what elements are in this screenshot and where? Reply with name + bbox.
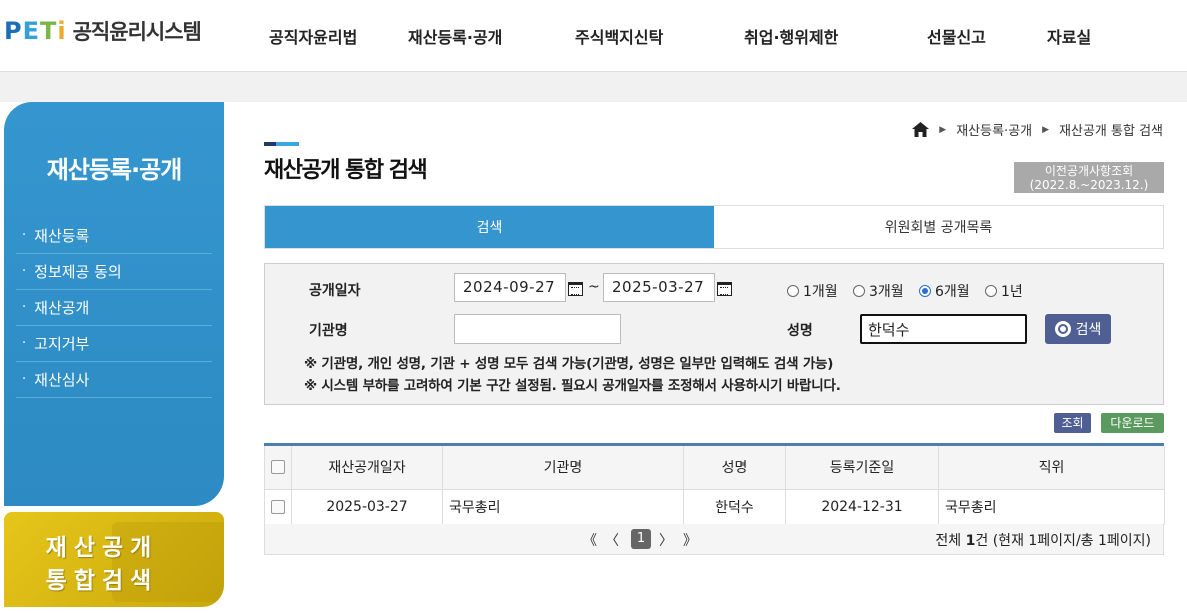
select-all-cell — [264, 446, 292, 490]
col-header-position[interactable]: 직위 — [938, 446, 1165, 490]
radio-icon — [853, 285, 865, 297]
breadcrumb-separator-icon: ▶ — [1042, 124, 1050, 135]
breadcrumb: ▶ 재산등록·공개 ▶ 재산공개 통합 검색 — [912, 120, 1163, 139]
date-range-tilde: ~ — [588, 279, 600, 295]
bullet-icon: · — [22, 372, 27, 387]
name-label: 성명 — [787, 323, 813, 339]
org-input[interactable] — [454, 314, 621, 344]
search-icon — [1054, 321, 1071, 337]
prev-button-line-2: (2022.8.~2023.12.) — [1029, 178, 1149, 192]
view-button[interactable]: 조회 — [1054, 413, 1091, 433]
col-header-date[interactable]: 재산공개일자 — [291, 446, 443, 490]
name-input[interactable]: 한덕수 — [860, 314, 1027, 344]
select-all-checkbox[interactable] — [271, 460, 285, 475]
integrated-search-banner[interactable]: 재산공개 통합검색 — [4, 512, 224, 607]
banner-line-2: 통합검색 — [45, 568, 159, 594]
col-header-name[interactable]: 성명 — [683, 446, 786, 490]
sidebar-item-registration[interactable]: · 재산등록 — [16, 218, 212, 254]
cell-date: 2025-03-27 — [291, 488, 443, 525]
period-6month-radio[interactable]: 6개월 — [919, 281, 970, 301]
nav-ethics-law[interactable]: 공직자윤리법 — [269, 24, 357, 48]
row-select-cell — [264, 488, 292, 525]
home-icon[interactable] — [912, 122, 930, 137]
sidebar-item-consent[interactable]: · 정보제공 동의 — [16, 254, 212, 290]
radio-icon — [985, 285, 997, 297]
tab-search[interactable]: 검색 — [265, 206, 714, 248]
tab-committee-list[interactable]: 위원회별 공개목록 — [714, 206, 1163, 248]
nav-archive[interactable]: 자료실 — [1047, 24, 1091, 48]
breadcrumb-separator-icon: ▶ — [939, 124, 947, 135]
cell-org: 국무총리 — [442, 488, 684, 525]
search-note-2: ※ 시스템 부하를 고려하여 기본 구간 설정됨. 필요시 공개일자를 조정해서… — [304, 378, 841, 394]
period-1month-radio[interactable]: 1개월 — [787, 281, 838, 301]
period-3month-radio[interactable]: 3개월 — [853, 281, 904, 301]
row-checkbox[interactable] — [271, 499, 285, 514]
radio-icon — [787, 285, 799, 297]
search-tabs: 검색 위원회별 공개목록 — [264, 205, 1164, 249]
cell-base-date: 2024-12-31 — [785, 488, 939, 525]
breadcrumb-item[interactable]: 재산등록·공개 — [956, 120, 1032, 139]
total-count: 전체 1건 (현재 1페이지/총 1페이지) — [935, 533, 1151, 549]
bullet-icon: · — [22, 264, 27, 279]
page-current[interactable]: 1 — [631, 529, 651, 549]
sidebar-item-review[interactable]: · 재산심사 — [16, 362, 212, 398]
date-label: 공개일자 — [309, 283, 361, 299]
banner-line-1: 재산공개 — [45, 535, 159, 561]
next-page-icon[interactable]: 〉 — [659, 530, 673, 550]
pagination: 《 〈 1 〉 》 전체 1건 (현재 1페이지/총 1페이지) — [264, 524, 1164, 555]
cell-name[interactable]: 한덕수 — [683, 488, 786, 525]
search-note-1: ※ 기관명, 개인 성명, 기관 + 성명 모두 검색 가능(기관명, 성명은 … — [304, 356, 834, 372]
sidebar-item-disclosure[interactable]: · 재산공개 — [16, 290, 212, 326]
sidebar-menu: · 재산등록 · 정보제공 동의 · 재산공개 · 고지거부 · 재산심사 — [16, 218, 212, 398]
nav-blind-trust[interactable]: 주식백지신탁 — [575, 24, 663, 48]
results-table: 재산공개일자 기관명 성명 등록기준일 직위 2025-03-27 국무총리 한… — [264, 443, 1165, 525]
date-from-input[interactable]: 2024-09-27 — [454, 273, 566, 302]
title-accent — [264, 142, 299, 146]
download-button[interactable]: 다운로드 — [1101, 413, 1164, 433]
breadcrumb-current: 재산공개 통합 검색 — [1059, 124, 1163, 139]
previous-disclosure-button[interactable]: 이전공개사항조회 (2022.8.~2023.12.) — [1014, 162, 1164, 193]
main-nav: 공직자윤리법 재산등록·공개 주식백지신탁 취업·행위제한 선물신고 자료실 — [0, 24, 1187, 48]
search-button[interactable]: 검색 — [1045, 314, 1111, 344]
col-header-org[interactable]: 기관명 — [442, 446, 684, 490]
sidebar-item-refusal[interactable]: · 고지거부 — [16, 326, 212, 362]
col-header-base-date[interactable]: 등록기준일 — [785, 446, 939, 490]
first-page-icon[interactable]: 《 — [583, 530, 597, 550]
table-header-row: 재산공개일자 기관명 성명 등록기준일 직위 — [264, 446, 1165, 490]
prev-page-icon[interactable]: 〈 — [605, 530, 619, 550]
calendar-icon[interactable] — [717, 282, 732, 296]
nav-gift-report[interactable]: 선물신고 — [927, 24, 986, 48]
page-title: 재산공개 통합 검색 — [264, 158, 428, 183]
prev-button-line-1: 이전공개사항조회 — [1044, 164, 1134, 178]
bullet-icon: · — [22, 228, 27, 243]
last-page-icon[interactable]: 》 — [683, 530, 697, 550]
bullet-icon: · — [22, 300, 27, 315]
nav-employment-restriction[interactable]: 취업·행위제한 — [744, 24, 838, 48]
top-header: PETi 공직윤리시스템 공직자윤리법 재산등록·공개 주식백지신탁 취업·행위… — [0, 0, 1187, 72]
radio-checked-icon — [919, 285, 931, 297]
cell-position: 국무총리 — [938, 488, 1165, 525]
header-band — [0, 72, 1187, 102]
sidebar-title: 재산등록·공개 — [46, 156, 183, 184]
nav-property-registration[interactable]: 재산등록·공개 — [408, 24, 502, 48]
table-row[interactable]: 2025-03-27 국무총리 한덕수 2024-12-31 국무총리 — [264, 488, 1165, 525]
bullet-icon: · — [22, 336, 27, 351]
period-1year-radio[interactable]: 1년 — [985, 281, 1023, 301]
date-to-input[interactable]: 2025-03-27 — [603, 273, 715, 302]
sidebar: 재산등록·공개 · 재산등록 · 정보제공 동의 · 재산공개 · 고지거부 · 재산심사 — [4, 102, 224, 506]
calendar-icon[interactable] — [568, 282, 583, 296]
org-label: 기관명 — [309, 323, 348, 339]
